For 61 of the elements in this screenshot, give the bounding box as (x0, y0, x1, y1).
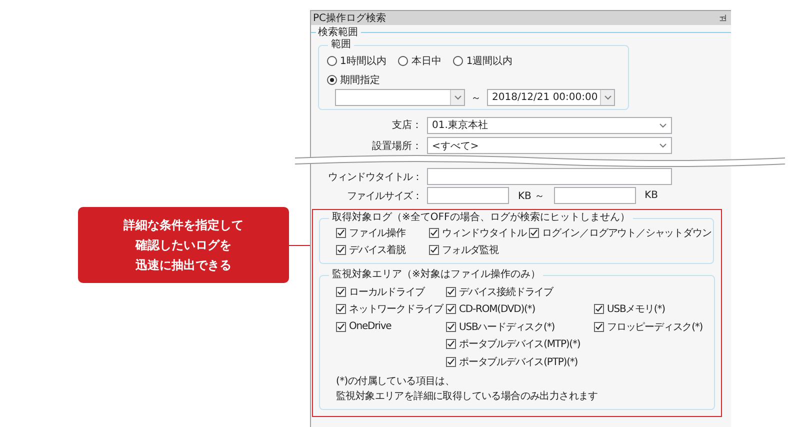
group-title: 範囲 (330, 39, 352, 51)
chevron-down-icon (659, 143, 667, 148)
field-label: ウィンドウタイトル： (326, 170, 422, 184)
section-title: 検索範囲 (318, 26, 358, 39)
checkbox[interactable]: CD-ROM(DVD)(*) (446, 300, 536, 318)
leader-line (289, 245, 310, 246)
field-label: 設置場所： (371, 140, 422, 152)
unit-label: KB ～ (518, 190, 545, 202)
radio-button[interactable]: 1週間以内 (453, 54, 513, 68)
input-field[interactable] (554, 187, 636, 204)
check-icon (447, 305, 455, 314)
check-icon (530, 228, 538, 236)
dropdown[interactable]: 01.東京本社 (427, 116, 672, 134)
callout-text: 詳細な条件を指定して 確認したいログを 迅速に抽出できる (78, 207, 290, 283)
check-icon (337, 288, 345, 296)
pin-button[interactable]: ᆋ (719, 12, 727, 24)
check-icon (430, 228, 438, 236)
check-icon (337, 228, 345, 236)
radio-button[interactable]: 本日中 (398, 54, 442, 68)
date-combo[interactable]: 2018/12/21 00:00:00 (487, 89, 615, 106)
note-text: (*)の付属している項目は、 監視対象エリアを詳細に取得している場合のみ出力されます (336, 374, 599, 404)
checkbox[interactable]: フォルダ監視 (429, 241, 498, 258)
check-icon (337, 305, 345, 314)
check-icon (595, 322, 603, 331)
checkbox[interactable]: デバイス接続ドライブ (446, 283, 554, 300)
unit-label: KB (644, 190, 658, 201)
check-icon (447, 358, 455, 366)
checkbox[interactable]: OneDrive (336, 318, 392, 336)
radio-button[interactable]: 1時間以内 (327, 54, 386, 68)
checkbox[interactable]: ローカルドライブ (336, 283, 424, 300)
radio-button[interactable]: 期間指定 (327, 72, 380, 86)
checkbox[interactable]: USBハードディスク(*) (446, 318, 555, 336)
checkbox[interactable]: ポータブルデバイス(MTP)(*) (446, 336, 580, 353)
check-icon (447, 288, 455, 296)
checkbox[interactable]: ネットワークドライブ (336, 300, 444, 318)
chevron-down-icon (659, 122, 667, 128)
range-separator: ～ (471, 92, 481, 104)
check-icon (337, 246, 345, 254)
field-label: 支店： (391, 118, 422, 132)
checkbox[interactable]: ファイル操作 (336, 224, 406, 241)
input-field[interactable] (427, 187, 509, 204)
date-combo[interactable] (335, 89, 465, 106)
chevron-down-icon (454, 95, 462, 100)
chevron-down-icon (604, 95, 612, 100)
dropdown[interactable]: <すべて> (427, 137, 672, 154)
panel-title: PC操作ログ検索 (313, 12, 386, 25)
group-title: 監視対象エリア（※対象はファイル操作のみ） (331, 269, 542, 281)
group-title: 取得対象ログ（※全てOFFの場合、ログが検索にヒットしません） (331, 212, 631, 224)
check-icon (447, 322, 455, 331)
checkbox[interactable]: USBメモリ(*) (594, 300, 665, 318)
checkbox[interactable]: ログイン／ログアウト／シャットダウン (529, 224, 712, 241)
checkbox[interactable]: ウィンドウタイトル (429, 224, 527, 241)
check-icon (430, 246, 438, 254)
check-icon (447, 340, 455, 348)
check-icon (337, 322, 345, 331)
checkbox[interactable]: ポータブルデバイス(PTP)(*) (446, 353, 578, 370)
check-icon (595, 305, 603, 314)
checkbox[interactable]: デバイス着脱 (336, 241, 406, 258)
field-label: ファイルサイズ： (346, 190, 422, 202)
input-field[interactable] (427, 168, 672, 185)
checkbox[interactable]: フロッピーディスク(*) (594, 318, 703, 336)
